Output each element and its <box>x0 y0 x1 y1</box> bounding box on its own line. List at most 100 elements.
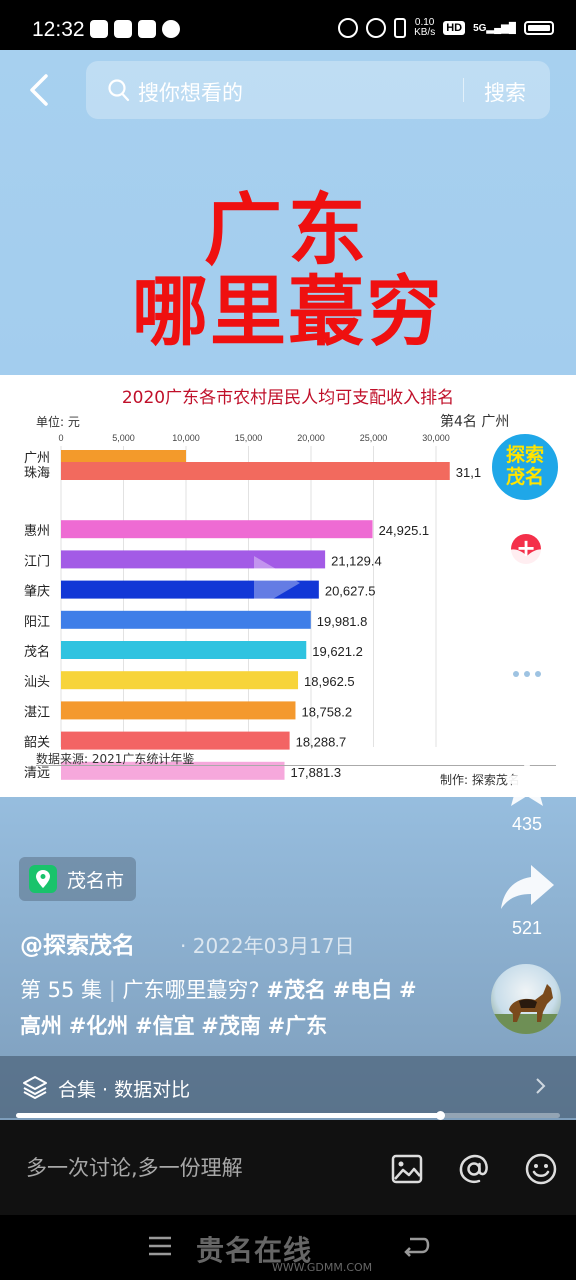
menu-icon[interactable] <box>147 1235 173 1257</box>
video-title-line2: 哪里蕞穷 <box>132 267 444 356</box>
author-avatar[interactable]: 探索 茂名 <box>489 431 561 503</box>
search-button[interactable]: 搜索 <box>484 77 526 107</box>
hashtag[interactable]: #信宜 <box>135 1014 195 1038</box>
value-label: 18,962.5 <box>304 674 355 689</box>
category-label: 广州 <box>24 451 50 466</box>
heart-icon[interactable] <box>498 545 556 595</box>
video-player[interactable]: 搜你想看的 搜索 广东 哪里蕞穷 2020广东各市农村居民人均可支配收入排名 单… <box>0 50 576 1120</box>
chart-bar <box>61 641 307 659</box>
status-right: 0.10 KB/s HD 5G▂▄▆█ <box>338 18 554 38</box>
value-label: 19,981.8 <box>317 614 368 629</box>
hashtag[interactable]: #电白 <box>333 978 393 1002</box>
episode-label[interactable]: 第 55 集 <box>20 978 102 1002</box>
share-count: 521 <box>511 918 543 938</box>
chat-icon <box>162 20 180 38</box>
value-label: 19,621.2 <box>312 644 363 659</box>
episode-separator: | <box>108 978 116 1002</box>
status-time: 12:32 <box>32 18 85 41</box>
play-icon[interactable] <box>238 548 308 618</box>
category-label: 茂名 <box>24 644 50 660</box>
value-label: 24,925.1 <box>379 523 430 538</box>
music-avatar[interactable] <box>491 964 561 1034</box>
layers-icon <box>23 1076 47 1099</box>
location-label: 茂名市 <box>67 869 125 892</box>
dog-image <box>491 984 561 1034</box>
category-label: 江门 <box>24 554 50 569</box>
x-tick-label: 25,000 <box>360 433 388 443</box>
system-nav-bar: 贵名在线 WWW.GDMM.COM <box>0 1215 576 1280</box>
like-count: 2569 <box>506 599 548 619</box>
avatar-text-1: 探索 <box>505 444 544 466</box>
x-tick-label: 20,000 <box>297 433 325 443</box>
chart-bar <box>61 462 450 480</box>
search-bar[interactable]: 搜你想看的 搜索 <box>86 61 550 119</box>
collection-bar[interactable]: 合集 · 数据对比 <box>0 1056 576 1118</box>
x-tick-label: 30,000 <box>422 433 450 443</box>
x-tick-label: 15,000 <box>235 433 263 443</box>
star-icon[interactable] <box>498 758 556 808</box>
search-input[interactable]: 搜你想看的 <box>138 77 243 107</box>
comment-count: 2050 <box>506 706 548 726</box>
vibrate-icon <box>394 18 407 38</box>
value-label: 17,881.3 <box>291 765 342 780</box>
search-icon <box>108 79 130 102</box>
category-label: 湛江 <box>24 705 50 720</box>
chevron-right-icon <box>536 1078 546 1094</box>
value-label: 18,288.7 <box>296 735 347 750</box>
back-arrow-icon[interactable] <box>24 70 60 110</box>
speedometer-icon <box>366 18 387 38</box>
desc-text: 广东哪里蕞穷? <box>122 978 260 1002</box>
comment-input[interactable]: 多一次讨论,多一份理解 <box>26 1152 243 1182</box>
hashtag[interactable]: #茂南 <box>201 1014 261 1038</box>
post-date: · 2022年03月17日 <box>180 934 355 958</box>
category-label: 阳江 <box>24 615 50 630</box>
watermark-url: WWW.GDMM.COM <box>272 1261 373 1274</box>
image-icon[interactable] <box>390 1152 424 1186</box>
hd-badge: HD <box>443 21 466 35</box>
chart-bar <box>61 671 299 690</box>
progress-knob[interactable] <box>436 1111 446 1120</box>
notification-icons <box>90 20 180 38</box>
category-label: 清远 <box>24 766 50 781</box>
chart-bar <box>61 701 296 720</box>
category-label: 韶关 <box>24 735 50 751</box>
progress-fill <box>16 1113 441 1118</box>
category-label: 汕头 <box>24 675 50 690</box>
comment-bar: 多一次讨论,多一份理解 <box>0 1120 576 1215</box>
value-label: 31,1 <box>456 465 481 480</box>
value-label: 20,627.5 <box>325 584 376 599</box>
x-tick-label: 5,000 <box>112 433 135 443</box>
signal-icon: 5G▂▄▆█ <box>473 22 516 34</box>
value-label: 18,758.2 <box>301 704 352 719</box>
location-tag[interactable]: 茂名市 <box>19 857 137 901</box>
battery-icon <box>524 21 554 35</box>
mail-icon <box>90 20 108 38</box>
hashtag[interactable]: #化州 <box>69 1014 129 1038</box>
chart-divider <box>36 765 556 766</box>
location-pin-icon <box>29 865 57 893</box>
x-tick-label: 10,000 <box>172 433 200 443</box>
favorite-count: 435 <box>511 814 543 834</box>
mention-icon[interactable] <box>457 1152 491 1186</box>
category-label: 惠州 <box>24 524 50 539</box>
author-name[interactable]: @探索茂名 <box>20 926 135 960</box>
alarm-icon <box>338 18 359 38</box>
category-label: 肇庆 <box>24 585 50 600</box>
search-divider <box>463 78 464 102</box>
avatar-text-2: 茂名 <box>505 466 544 488</box>
net-speed: 0.10 KB/s <box>414 17 436 38</box>
emoji-icon[interactable] <box>524 1152 558 1186</box>
app-notification-icon <box>114 20 132 38</box>
video-progress-bar[interactable] <box>16 1111 560 1120</box>
chart-bar <box>61 731 290 750</box>
hashtag[interactable]: #广东 <box>268 1014 328 1038</box>
category-label: 珠海 <box>24 466 50 481</box>
news-icon <box>138 20 156 38</box>
back-nav-icon[interactable] <box>402 1235 430 1257</box>
share-icon[interactable] <box>498 863 556 913</box>
comment-icon[interactable] <box>498 650 556 700</box>
x-tick-label: 0 <box>58 433 63 443</box>
video-description: 第 55 集 | 广东哪里蕞穷? #茂名 #电白 #高州 #化州 #信宜 #茂南… <box>20 972 420 1044</box>
hashtag[interactable]: #茂名 <box>266 978 326 1002</box>
value-label: 21,129.4 <box>331 553 382 568</box>
